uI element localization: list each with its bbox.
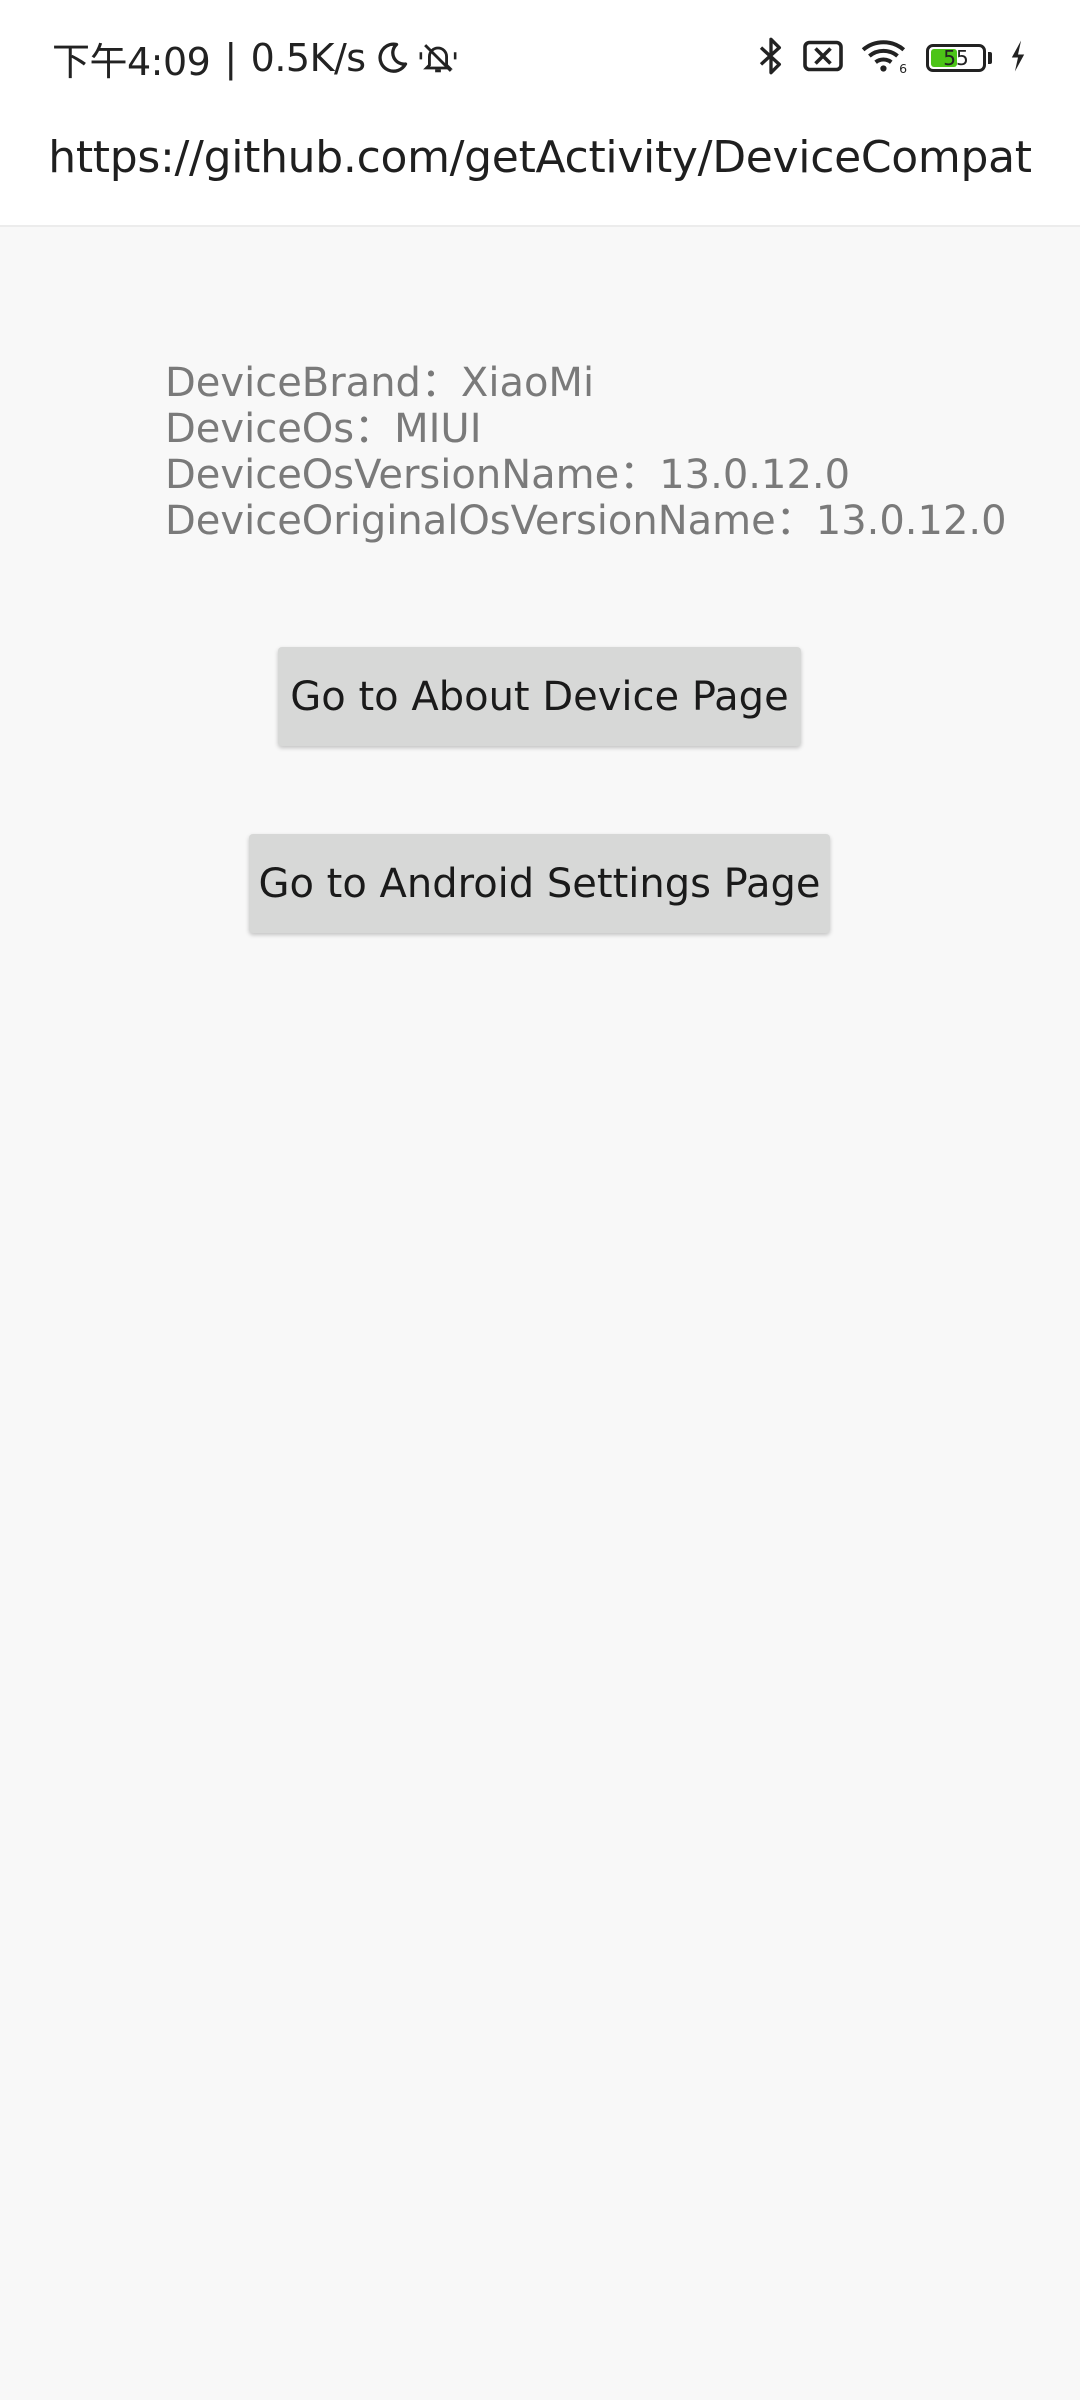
device-original-os-version-text: DeviceOriginalOsVersionName：13.0.12.0 bbox=[165, 498, 1007, 544]
status-bar: 下午4:09 | 0.5K/s 6 55 bbox=[0, 0, 1080, 116]
battery-level: 55 bbox=[943, 46, 969, 70]
no-sim-icon bbox=[802, 38, 844, 78]
status-right: 6 55 bbox=[756, 32, 1028, 84]
bell-muted-icon bbox=[418, 40, 458, 76]
wifi-icon: 6 bbox=[860, 37, 910, 79]
page-title: https://github.com/getActivity/DeviceCom… bbox=[48, 132, 1032, 183]
status-separator: | bbox=[224, 36, 237, 80]
status-left: 下午4:09 | 0.5K/s bbox=[52, 32, 458, 84]
svg-text:6: 6 bbox=[899, 61, 907, 75]
title-bar: https://github.com/getActivity/DeviceCom… bbox=[0, 116, 1080, 227]
battery-icon: 55 bbox=[926, 44, 986, 72]
status-time: 下午4:09 bbox=[52, 39, 211, 84]
bluetooth-icon bbox=[756, 36, 786, 80]
device-brand-text: DeviceBrand：XiaoMi bbox=[165, 360, 595, 406]
moon-icon bbox=[374, 40, 410, 76]
network-speed: 0.5K/s bbox=[250, 36, 366, 80]
about-device-button[interactable]: Go to About Device Page bbox=[278, 647, 801, 746]
device-info-text: DeviceBrand：XiaoMi DeviceOs：MIUI DeviceO… bbox=[165, 360, 1007, 544]
device-os-version-text: DeviceOsVersionName：13.0.12.0 bbox=[165, 452, 851, 498]
charging-icon bbox=[1008, 39, 1028, 77]
battery-cap bbox=[988, 52, 992, 64]
device-os-text: DeviceOs：MIUI bbox=[165, 406, 482, 452]
android-settings-button[interactable]: Go to Android Settings Page bbox=[249, 834, 830, 933]
